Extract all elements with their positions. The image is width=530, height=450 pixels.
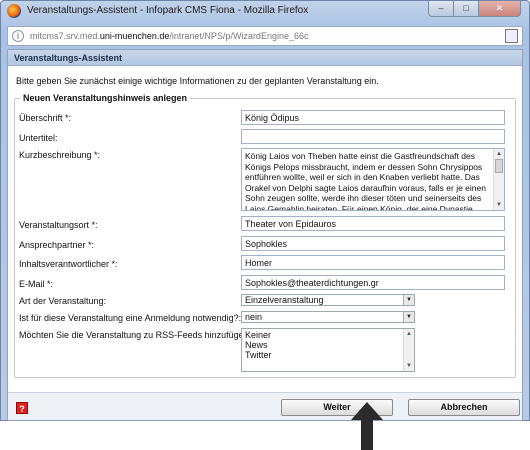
dialog-title: Veranstaltungs-Assistent [14, 53, 123, 63]
email-input[interactable]: Sophokles@theaterdichtungen.gr [241, 275, 505, 290]
contact-input[interactable]: Sophokles [241, 236, 505, 251]
event-type-label: Art der Veranstaltung: [19, 296, 107, 306]
chevron-down-icon[interactable]: ▼ [403, 295, 414, 305]
subtitle-input[interactable] [241, 129, 505, 144]
url-domain: uni-muenchen.de [99, 31, 170, 41]
url-path: /intranet/NPS/p/WizardEngine_66c [169, 31, 309, 41]
rss-scrollbar[interactable]: ▲ ▼ [403, 329, 414, 371]
dialog-header: Veranstaltungs-Assistent [8, 50, 522, 66]
help-icon[interactable]: ? [16, 402, 28, 414]
registration-select[interactable]: nein ▼ [241, 311, 415, 323]
cancel-button[interactable]: Abbrechen [408, 399, 520, 416]
venue-label: Veranstaltungsort *: [19, 220, 98, 230]
event-type-select[interactable]: Einzelveranstaltung ▼ [241, 294, 415, 306]
headline-input[interactable]: König Ödipus [241, 110, 505, 125]
scroll-up-icon[interactable]: ▲ [495, 150, 503, 158]
window-title: Veranstaltungs-Assistent - Infopark CMS … [27, 5, 309, 16]
email-label: E-Mail *: [19, 279, 54, 289]
title-bar: Veranstaltungs-Assistent - Infopark CMS … [1, 1, 529, 21]
url-text[interactable]: mitcms7.srv.med.uni-muenchen.de/intranet… [30, 31, 308, 41]
rss-option[interactable]: Twitter [245, 350, 411, 360]
minimize-button[interactable]: – [428, 1, 454, 17]
close-button[interactable]: ✕ [478, 1, 521, 17]
rss-listbox[interactable]: Keiner News Twitter ▲ ▼ [241, 328, 415, 372]
venue-input[interactable]: Theater von Epidauros [241, 216, 505, 231]
event-type-value: Einzelveranstaltung [245, 295, 324, 305]
fieldset-legend: Neuen Veranstaltungshinweis anlegen [20, 93, 191, 103]
content-owner-input[interactable]: Homer [241, 255, 505, 270]
description-label: Kurzbeschreibung *: [19, 150, 101, 160]
firefox-icon [7, 4, 21, 18]
chevron-down-icon[interactable]: ▼ [403, 312, 414, 322]
rss-option[interactable]: News [245, 340, 411, 350]
page-icon[interactable] [505, 29, 518, 43]
dialog-footer: ? Weiter Abbrechen [8, 392, 522, 420]
intro-text: Bitte geben Sie zunächst einige wichtige… [16, 76, 379, 86]
registration-value: nein [245, 312, 263, 322]
scroll-up-icon[interactable]: ▲ [405, 330, 413, 338]
scroll-down-icon[interactable]: ▼ [405, 362, 413, 370]
description-scrollbar[interactable]: ▲ ▼ [493, 149, 504, 210]
scroll-thumb[interactable] [495, 159, 503, 173]
pointer-arrow-icon [351, 402, 383, 450]
browser-window: Veranstaltungs-Assistent - Infopark CMS … [0, 0, 530, 421]
scroll-down-icon[interactable]: ▼ [495, 201, 503, 209]
url-bar[interactable]: i mitcms7.srv.med.uni-muenchen.de/intran… [7, 26, 523, 46]
rss-label: Möchten Sie die Veranstaltung zu RSS-Fee… [19, 330, 254, 340]
description-text: König Laios von Theben hatte einst die G… [245, 151, 486, 211]
registration-label: Ist für diese Veranstaltung eine Anmeldu… [19, 313, 242, 323]
subtitle-label: Untertitel: [19, 133, 58, 143]
contact-label: Ansprechpartner *: [19, 240, 95, 250]
content-owner-label: Inhaltsverantwortlicher *: [19, 259, 118, 269]
maximize-button[interactable]: □ [453, 1, 479, 17]
rss-option[interactable]: Keiner [245, 330, 411, 340]
url-prefix: mitcms7.srv.med. [30, 31, 100, 41]
wizard-dialog: Veranstaltungs-Assistent Bitte geben Sie… [7, 49, 523, 421]
info-icon[interactable]: i [12, 30, 24, 42]
description-textarea[interactable]: König Laios von Theben hatte einst die G… [241, 148, 505, 211]
headline-label: Überschrift *: [19, 113, 72, 123]
